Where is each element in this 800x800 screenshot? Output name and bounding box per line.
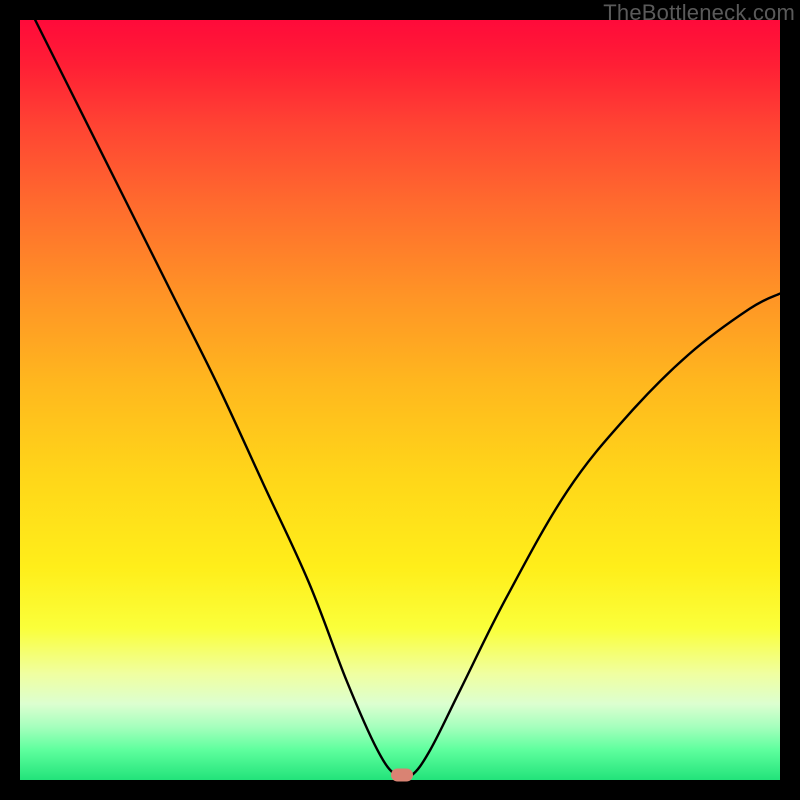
plot-area: [20, 20, 780, 780]
chart-frame: TheBottleneck.com: [0, 0, 800, 800]
attribution-text: TheBottleneck.com: [603, 0, 795, 26]
curve-minimum-marker: [391, 769, 413, 782]
bottleneck-curve: [20, 20, 780, 780]
